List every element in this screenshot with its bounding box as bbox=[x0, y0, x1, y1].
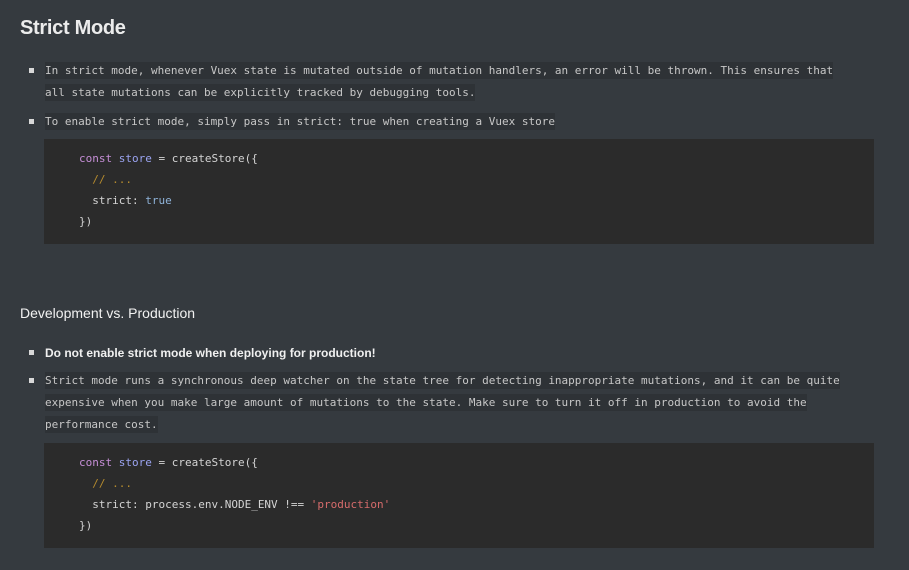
bullet-icon bbox=[29, 68, 34, 73]
paragraph-line: Strict mode runs a synchronous deep watc… bbox=[45, 372, 840, 389]
code-block-strict-true: const store = createStore({ // ... stric… bbox=[44, 139, 874, 244]
code-variable: store bbox=[118, 152, 152, 165]
strict-mode-bullets: In strict mode, whenever Vuex state is m… bbox=[0, 60, 875, 133]
paragraph-line: In strict mode, whenever Vuex state is m… bbox=[45, 62, 834, 79]
warning-text: Do not enable strict mode when deploying… bbox=[45, 346, 376, 360]
code-comment: // ... bbox=[92, 477, 132, 490]
bullet-icon bbox=[29, 119, 34, 124]
paragraph-line: all state mutations can be explicitly tr… bbox=[45, 84, 476, 101]
code-keyword: const bbox=[79, 456, 113, 469]
code-comment: // ... bbox=[92, 173, 132, 186]
code-boolean: true bbox=[145, 194, 172, 207]
paragraph-line: performance cost. bbox=[45, 416, 158, 433]
paragraph-line: To enable strict mode, simply pass in st… bbox=[45, 113, 555, 130]
code-string: 'production' bbox=[310, 498, 391, 511]
paragraph-line: expensive when you make large amount of … bbox=[45, 394, 807, 411]
bullet-icon bbox=[29, 378, 34, 383]
code-text: strict: bbox=[92, 194, 146, 207]
list-item: Do not enable strict mode when deploying… bbox=[0, 342, 875, 370]
code-text: = createStore({ bbox=[151, 456, 258, 469]
code-keyword: const bbox=[79, 152, 113, 165]
code-text: }) bbox=[79, 215, 93, 228]
dev-prod-bullets: Do not enable strict mode when deploying… bbox=[0, 342, 875, 440]
list-item: Strict mode runs a synchronous deep watc… bbox=[0, 370, 875, 440]
code-variable: store bbox=[118, 456, 152, 469]
section-title-dev-vs-prod: Development vs. Production bbox=[20, 305, 196, 321]
code-text: }) bbox=[79, 519, 93, 532]
section-title-strict-mode: Strict Mode bbox=[20, 17, 126, 39]
code-text: = createStore({ bbox=[151, 152, 258, 165]
list-item: In strict mode, whenever Vuex state is m… bbox=[0, 60, 875, 111]
code-block-node-env: const store = createStore({ // ... stric… bbox=[44, 443, 874, 548]
bullet-icon bbox=[29, 350, 34, 355]
list-item: To enable strict mode, simply pass in st… bbox=[0, 111, 875, 133]
code-text: strict: process.env.NODE_ENV !== bbox=[92, 498, 311, 511]
